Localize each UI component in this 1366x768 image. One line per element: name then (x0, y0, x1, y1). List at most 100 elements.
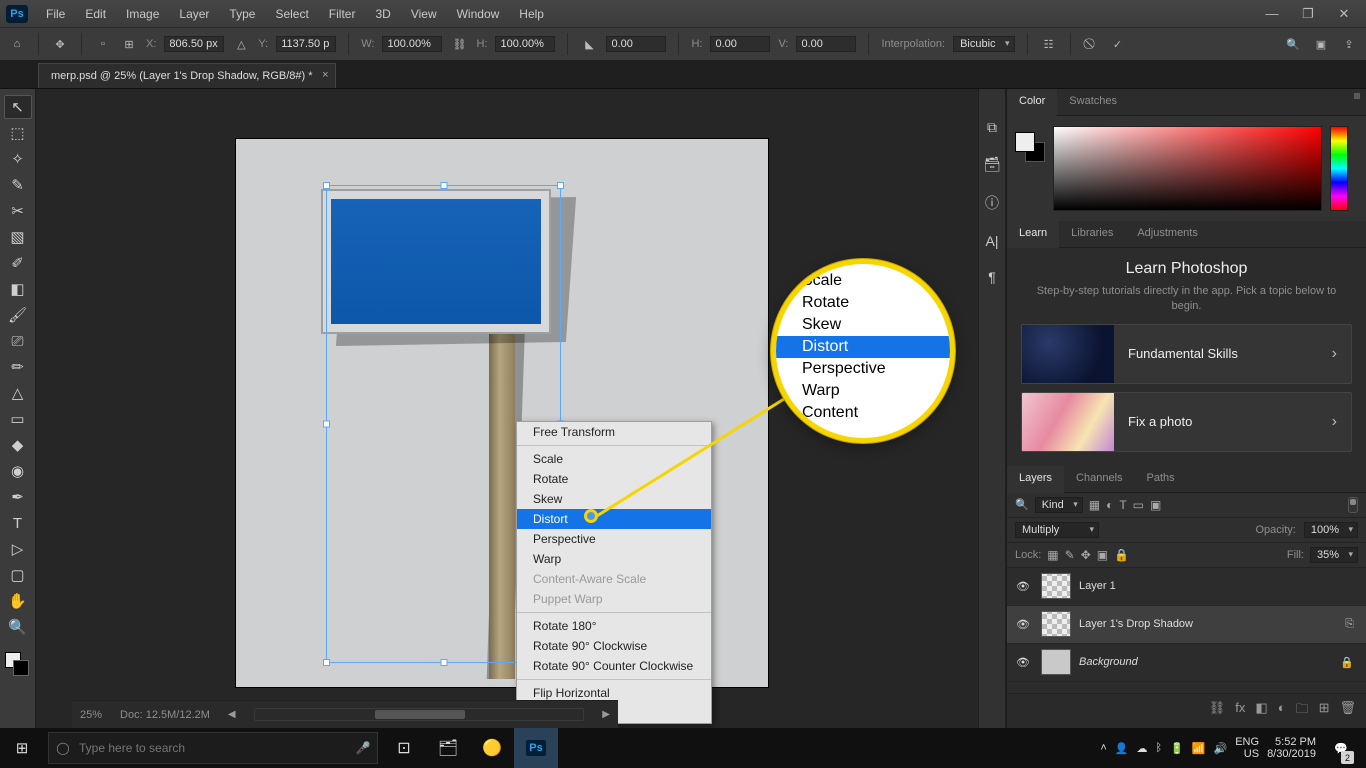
h-field[interactable]: 100.00% (495, 36, 555, 52)
scroll-left-icon[interactable]: ◀ (228, 709, 236, 720)
task-view-icon[interactable]: ⊡ (382, 728, 426, 768)
tray-lang2[interactable]: US (1244, 748, 1259, 760)
layer-row[interactable]: 👁 Background 🔒 (1007, 644, 1366, 682)
tab-layers[interactable]: Layers (1007, 466, 1064, 493)
blend-mode-select[interactable]: Multiply (1015, 522, 1099, 538)
hskew-field[interactable]: 0.00 (710, 36, 770, 52)
eraser-tool[interactable]: △ (4, 381, 32, 405)
crop-tool[interactable]: ✂ (4, 199, 32, 223)
new-layer-icon[interactable]: ⊞ (1319, 700, 1330, 722)
window-restore[interactable]: ❐ (1290, 0, 1326, 27)
marquee-tool[interactable]: ⬚ (4, 121, 32, 145)
healing-tool[interactable]: ◧ (4, 277, 32, 301)
tray-lang1[interactable]: ENG (1235, 736, 1259, 748)
tab-paths[interactable]: Paths (1135, 466, 1187, 492)
search-icon[interactable]: 🔍 (1284, 35, 1302, 53)
hue-slider[interactable] (1330, 126, 1348, 211)
menu-item-free-transform[interactable]: Free Transform (517, 422, 711, 442)
vskew-field[interactable]: 0.00 (796, 36, 856, 52)
w-field[interactable]: 100.00% (382, 36, 442, 52)
blur-tool[interactable]: ◆ (4, 433, 32, 457)
layer-thumbnail[interactable] (1041, 649, 1071, 675)
menu-item-rotate[interactable]: Rotate (517, 469, 711, 489)
handle-icon[interactable] (323, 659, 330, 666)
tab-adjustments[interactable]: Adjustments (1125, 221, 1210, 247)
chrome-icon[interactable]: 🟡 (470, 728, 514, 768)
hand-tool[interactable]: ✋ (4, 589, 32, 613)
fg-swatch[interactable] (1015, 132, 1035, 152)
y-field[interactable]: 1137.50 p (276, 36, 336, 52)
tray-volume-icon[interactable]: 🔊 (1214, 742, 1228, 755)
tray-bluetooth-icon[interactable]: ᛒ (1156, 742, 1163, 754)
link-wh-icon[interactable]: ⛓ (450, 35, 468, 53)
menu-item-warp[interactable]: Warp (517, 549, 711, 569)
handle-icon[interactable] (323, 421, 330, 428)
ref-grid-icon[interactable]: ⊞ (120, 35, 138, 53)
menu-item-rotate-90-ccw[interactable]: Rotate 90° Counter Clockwise (517, 656, 711, 676)
layer-row[interactable]: 👁 Layer 1 (1007, 568, 1366, 606)
menu-edit[interactable]: Edit (75, 3, 116, 25)
menu-item-rotate-90-cw[interactable]: Rotate 90° Clockwise (517, 636, 711, 656)
visibility-icon[interactable]: 👁 (1013, 580, 1033, 593)
canvas-area[interactable]: Free Transform Scale Rotate Skew Distort… (36, 89, 978, 728)
layer-name[interactable]: Layer 1 (1079, 580, 1360, 592)
tray-clock[interactable]: 5:52 PM 8/30/2019 (1267, 736, 1316, 760)
eyedropper-tool[interactable]: ✐ (4, 251, 32, 275)
x-field[interactable]: 806.50 px (164, 36, 224, 52)
menu-select[interactable]: Select (265, 3, 318, 25)
cancel-transform-icon[interactable]: ⃠ (1083, 35, 1101, 53)
layer-name[interactable]: Background (1079, 656, 1334, 668)
paragraph-icon[interactable]: ¶ (988, 269, 996, 285)
brush-tool[interactable]: 🖌 (4, 303, 32, 327)
gradient-tool[interactable]: ▭ (4, 407, 32, 431)
mic-icon[interactable]: 🎤 (349, 741, 377, 755)
lock-position-icon[interactable]: ✥ (1081, 548, 1091, 562)
menu-item-distort[interactable]: Distort (517, 509, 711, 529)
color-field[interactable] (1053, 126, 1322, 211)
handle-icon[interactable] (440, 182, 447, 189)
info-icon[interactable]: ⓘ (985, 193, 999, 213)
menu-item-perspective[interactable]: Perspective (517, 529, 711, 549)
delete-layer-icon[interactable]: 🗑 (1339, 700, 1356, 722)
frame-tool[interactable]: ▧ (4, 225, 32, 249)
fill-field[interactable]: 35% (1310, 547, 1358, 563)
libraries-icon[interactable]: 🗃 (983, 156, 1001, 173)
cortana-icon[interactable]: ◯ (49, 741, 77, 755)
window-close[interactable]: ✕ (1326, 0, 1362, 27)
layout-icon[interactable]: ▣ (1312, 35, 1330, 53)
taskbar-search[interactable]: ◯ 🎤 (48, 732, 378, 764)
opacity-field[interactable]: 100% (1304, 522, 1358, 538)
layer-row[interactable]: 👁 Layer 1's Drop Shadow ⎘ (1007, 606, 1366, 644)
menu-image[interactable]: Image (116, 3, 169, 25)
learn-card-fix-photo[interactable]: Fix a photo › (1021, 392, 1352, 452)
tab-swatches[interactable]: Swatches (1057, 89, 1129, 115)
tray-chevron-icon[interactable]: ˄ (1100, 742, 1106, 754)
layer-thumbnail[interactable] (1041, 611, 1071, 637)
pen-tool[interactable]: ✒ (4, 485, 32, 509)
tab-color[interactable]: Color (1007, 89, 1057, 116)
menu-help[interactable]: Help (509, 3, 554, 25)
learn-card-fundamental[interactable]: Fundamental Skills › (1021, 324, 1352, 384)
dodge-tool[interactable]: ◉ (4, 459, 32, 483)
layer-name[interactable]: Layer 1's Drop Shadow (1079, 618, 1339, 630)
visibility-icon[interactable]: 👁 (1013, 656, 1033, 669)
commit-transform-icon[interactable]: ✓ (1109, 35, 1127, 53)
filter-smart-icon[interactable]: ▣ (1150, 498, 1161, 512)
move-tool[interactable]: ↖ (4, 95, 32, 119)
filter-pixel-icon[interactable]: ▦ (1089, 498, 1100, 512)
menu-filter[interactable]: Filter (319, 3, 366, 25)
home-icon[interactable]: ⌂ (8, 35, 26, 53)
transform-icon[interactable]: ✥ (51, 35, 69, 53)
layer-style-icon[interactable]: fx (1235, 700, 1245, 722)
tray-cloud-icon[interactable]: ☁ (1137, 742, 1148, 755)
interp-select[interactable]: Bicubic (953, 36, 1014, 52)
action-center-icon[interactable]: 💬2 (1324, 728, 1358, 768)
character-icon[interactable]: A| (986, 233, 999, 249)
color-swatch-pair[interactable] (1015, 132, 1045, 162)
filter-toggle[interactable] (1348, 497, 1358, 513)
layer-fx-icon[interactable]: ⎘ (1339, 618, 1360, 631)
color-swatch-pair[interactable] (4, 651, 32, 679)
menu-layer[interactable]: Layer (169, 3, 219, 25)
menu-window[interactable]: Window (447, 3, 510, 25)
filter-adjust-icon[interactable]: ◐ (1106, 498, 1113, 512)
